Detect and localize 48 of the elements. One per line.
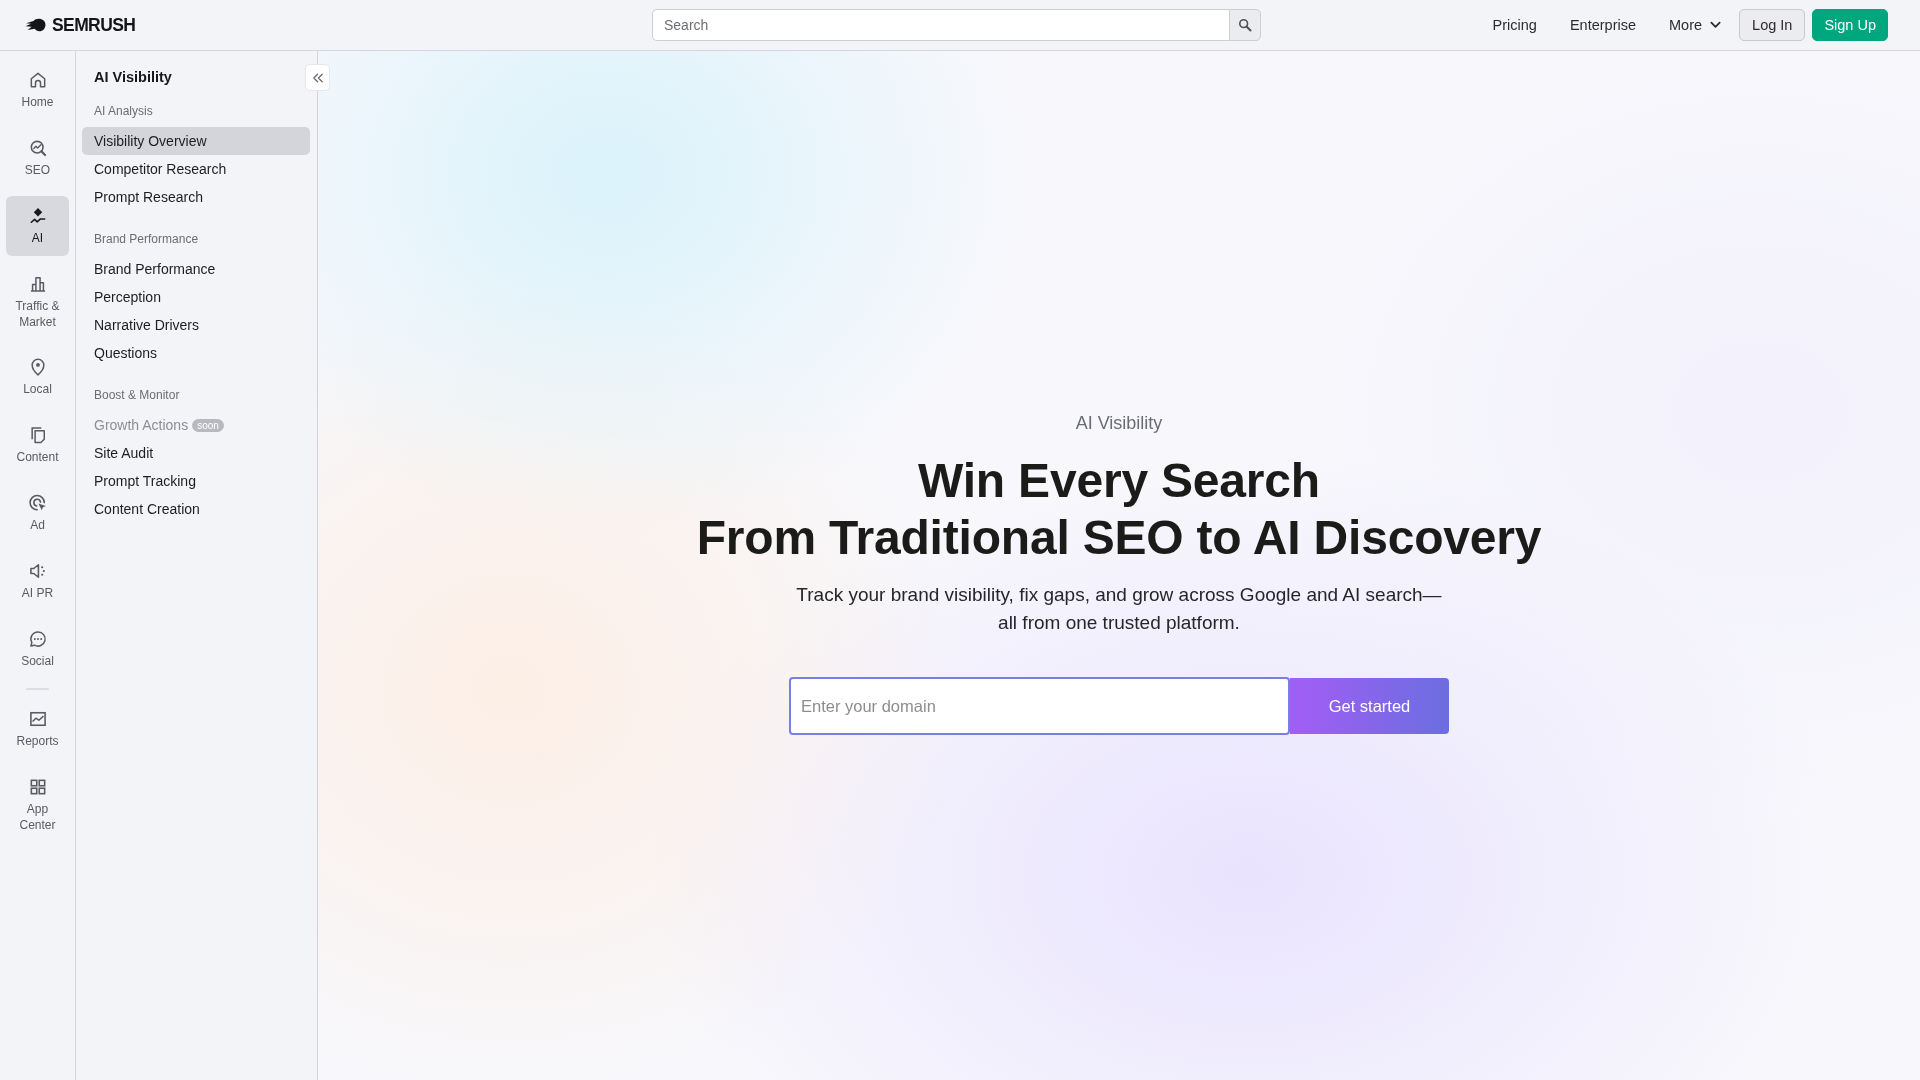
collapse-button[interactable]	[305, 64, 330, 91]
headline-text: From Traditional SEO to AI Discovery	[696, 510, 1542, 566]
rail-nav-button[interactable]: AI PR	[6, 551, 69, 611]
rail-nav-button[interactable]: Local	[6, 347, 69, 407]
rail-nav-button[interactable]: Ad	[6, 483, 69, 543]
panel-title: AI Visibility	[93, 68, 173, 87]
section-heading: Brand Performance	[93, 231, 200, 247]
nav-item[interactable]: Narrative Drivers	[82, 311, 310, 339]
nav-item[interactable]: Site Audit	[82, 439, 310, 467]
nav-item[interactable]: Visibility Overview	[82, 127, 310, 155]
logo-link[interactable]: SEMRUSH	[25, 14, 136, 36]
rail-nav-button[interactable]: SEO	[6, 128, 69, 188]
line-chart-icon	[27, 709, 48, 729]
chevron-down-icon	[1710, 21, 1722, 29]
get-started-button[interactable]: Get started	[1290, 678, 1449, 734]
headline-text: Win Every Search	[918, 453, 1320, 509]
domain-input[interactable]: Enter your domain	[789, 677, 1290, 735]
nav-item[interactable]: Perception	[82, 283, 310, 311]
nav-item[interactable]: Competitor Research	[82, 155, 310, 183]
chat-bubble-icon	[27, 629, 48, 649]
nav-item[interactable]: Prompt Research	[82, 183, 310, 211]
rail-nav-button[interactable]: Traffic & Market	[6, 264, 69, 339]
speaker-icon	[27, 561, 48, 581]
nav-link[interactable]: Enterprise	[1569, 17, 1637, 33]
rail-nav-button[interactable]: AI	[6, 196, 69, 256]
nav-item[interactable]: Brand Performance	[82, 255, 310, 283]
nav-item[interactable]: Content Creation	[82, 495, 310, 523]
rail-nav-button[interactable]: Social	[6, 619, 69, 679]
subtitle-text: Track your brand visibility, fix gaps, and grow across Google and AI search—all from one trusted platform.	[795, 583, 1443, 635]
status-badge: soon	[192, 418, 224, 432]
more-menu-button[interactable]: More	[1669, 17, 1722, 33]
double-chevron-left-icon	[311, 72, 324, 83]
rail-nav-button[interactable]: Content	[6, 415, 69, 475]
target-cursor-icon	[27, 493, 48, 513]
section-heading: AI Analysis	[93, 103, 154, 119]
search-field[interactable]: Search	[652, 9, 1229, 41]
log-in-button[interactable]: Log In	[1739, 9, 1806, 41]
rail-nav-button[interactable]: App Center	[6, 767, 69, 842]
eyebrow-text: AI Visibility	[1075, 412, 1163, 435]
nav-item[interactable]: Questions	[82, 339, 310, 367]
rail-nav-button[interactable]: Reports	[6, 699, 69, 759]
search-button[interactable]	[1229, 9, 1261, 41]
flame-icon	[25, 18, 46, 32]
rail-nav-button[interactable]: Home	[6, 60, 69, 120]
section-heading: Boost & Monitor	[93, 387, 181, 403]
nav-link[interactable]: Pricing	[1492, 17, 1537, 33]
nav-item[interactable]: Prompt Tracking	[82, 467, 310, 495]
search-icon	[1237, 17, 1253, 33]
